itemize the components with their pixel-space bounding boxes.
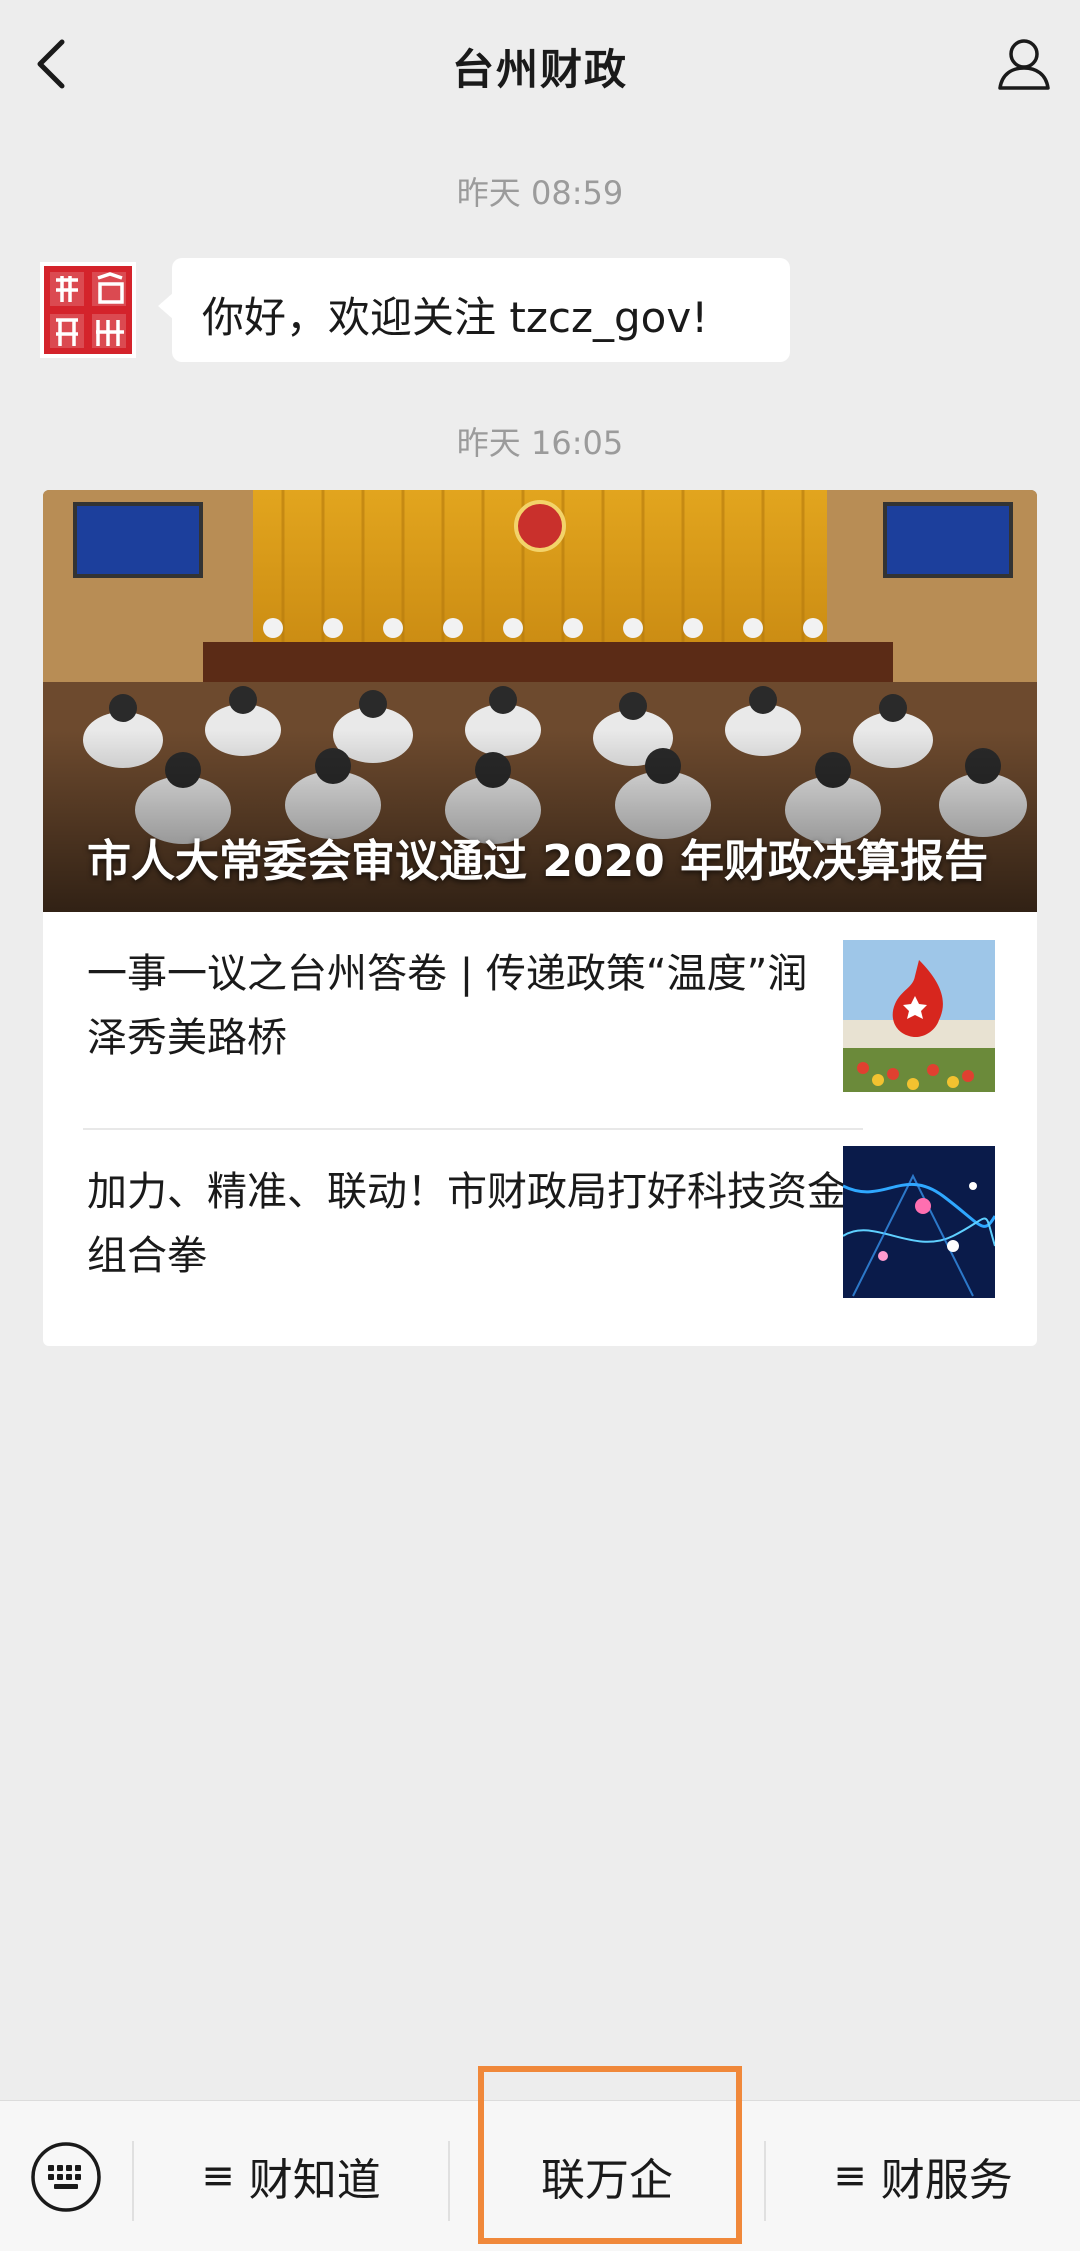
article-item[interactable]: 一事一议之台州答卷 | 传递政策“温度”润泽秀美路桥 (43, 912, 1037, 1102)
message-timestamp: 昨天 16:05 (456, 424, 624, 462)
menu-item-label: 财服务 (880, 2155, 1013, 2206)
article-title: 加力、精准、联动！市财政局打好科技资金组合拳 (87, 1169, 847, 1279)
hero-headline: 市人大常委会审议通过 2020 年财政决算报告 (87, 836, 989, 887)
nav-bar: 台州财政 (0, 0, 1080, 130)
taizhou-finance-seal-logo[interactable] (40, 262, 136, 358)
news-card: 市人大常委会审议通过 2020 年财政决算报告 一事一议之台州答卷 | 传递政策… (43, 490, 1037, 1346)
message-timestamp: 昨天 08:59 (456, 174, 624, 212)
user-icon[interactable] (994, 34, 1054, 94)
keyboard-icon[interactable] (30, 2141, 102, 2213)
hero-article[interactable]: 市人大常委会审议通过 2020 年财政决算报告 (43, 490, 1037, 912)
article-thumbnail (843, 1146, 995, 1298)
menu-item-label: 财知道 (248, 2155, 381, 2206)
highlight-box (478, 2066, 742, 2244)
menu-item-caifuwu[interactable]: ≡ 财服务 (766, 2101, 1080, 2251)
page-title: 台州财政 (451, 45, 628, 94)
menu-item-caizhidao[interactable]: ≡ 财知道 (134, 2101, 448, 2251)
article-thumbnail (843, 940, 995, 1092)
article-title: 一事一议之台州答卷 | 传递政策“温度”润泽秀美路桥 (87, 951, 808, 1061)
hamburger-icon: ≡ (201, 2153, 235, 2199)
article-item[interactable]: 加力、精准、联动！市财政局打好科技资金组合拳 (43, 1130, 1037, 1320)
message-bubble[interactable]: 你好，欢迎关注 tzcz_gov! (158, 258, 790, 362)
hamburger-icon: ≡ (833, 2153, 867, 2199)
message-text: 你好，欢迎关注 tzcz_gov! (202, 293, 709, 342)
